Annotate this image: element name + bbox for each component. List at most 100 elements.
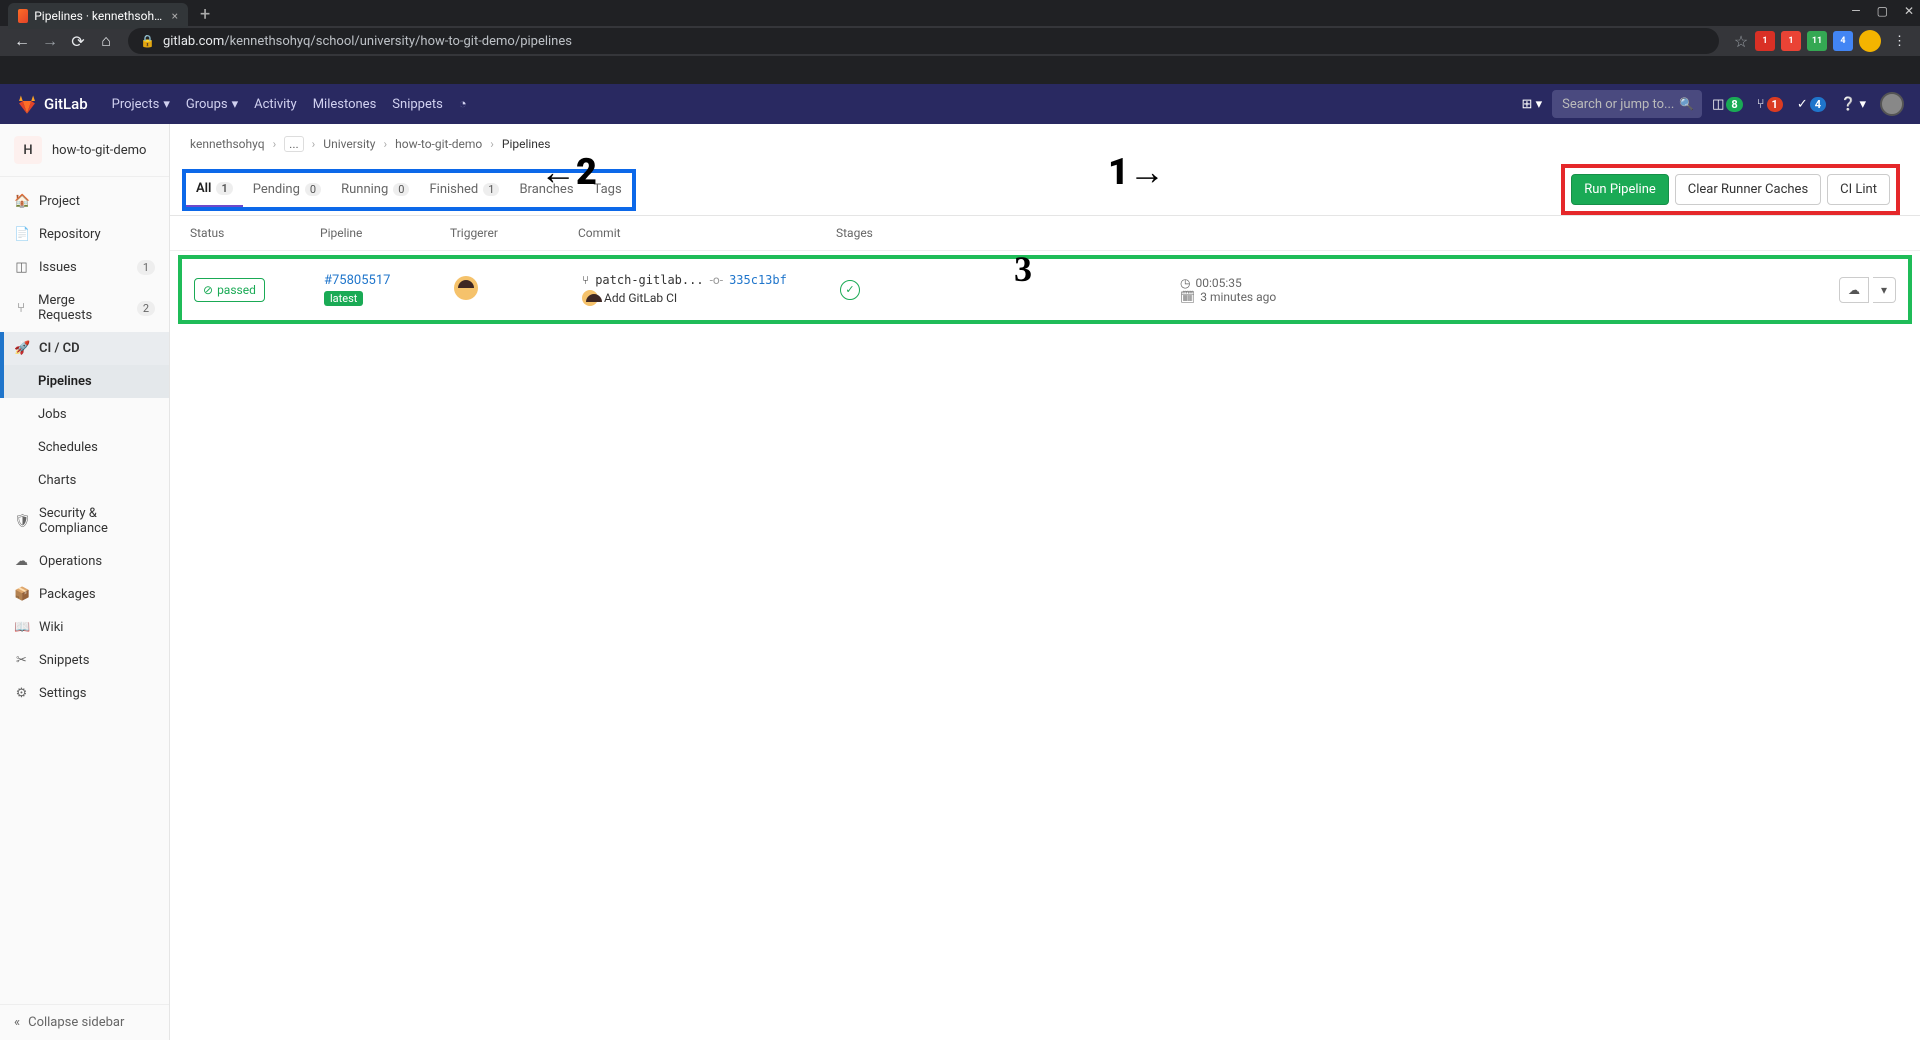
browser-minimize[interactable]: — <box>1851 4 1860 18</box>
project-avatar: H <box>14 136 42 164</box>
project-header[interactable]: H how-to-git-demo <box>0 124 169 177</box>
clock-icon: ◷ <box>1180 276 1190 290</box>
tab-title: Pipelines · kennethsohyq / Schoo <box>34 9 163 23</box>
browser-tab[interactable]: Pipelines · kennethsohyq / Schoo × <box>8 3 188 29</box>
nav-performance-icon[interactable]: ◔ <box>459 96 467 112</box>
file-icon: 📄 <box>14 227 29 242</box>
col-commit: Commit <box>578 226 836 240</box>
sidebar-subitem-pipelines[interactable]: Pipelines <box>0 365 169 398</box>
sidebar-item-project[interactable]: 🏠Project <box>0 185 169 218</box>
extension-icon[interactable]: 1 <box>1781 31 1801 51</box>
gitlab-topbar: GitLab Projects ▾ Groups ▾ Activity Mile… <box>0 84 1920 124</box>
cloud-icon: ☁ <box>14 554 29 569</box>
tab-tags[interactable]: Tags <box>584 173 632 207</box>
tab-all[interactable]: All1 <box>186 173 243 207</box>
badge: 2 <box>137 301 155 316</box>
sidebar-subitem-jobs[interactable]: Jobs <box>0 398 169 431</box>
user-avatar[interactable] <box>1880 92 1904 116</box>
gitlab-logo[interactable]: GitLab <box>16 93 88 115</box>
sidebar-item-settings[interactable]: ⚙Settings <box>0 677 169 710</box>
nav-projects[interactable]: Projects ▾ <box>112 96 170 112</box>
tab-running[interactable]: Running0 <box>331 173 419 207</box>
run-pipeline-button[interactable]: Run Pipeline <box>1571 174 1669 205</box>
annotation-box-3: ⊘ passed #75805517 latest ⑂ patch-gitlab… <box>178 255 1912 324</box>
nav-groups[interactable]: Groups ▾ <box>186 96 238 112</box>
help-icon[interactable]: ❔ ▾ <box>1840 97 1866 112</box>
plus-icon[interactable]: ⊞ ▾ <box>1521 97 1542 112</box>
sidebar-subitem-schedules[interactable]: Schedules <box>0 431 169 464</box>
pipeline-actions-dropdown[interactable]: ▾ <box>1873 277 1896 303</box>
tab-branches[interactable]: Branches <box>509 173 583 207</box>
breadcrumb-ellipsis[interactable]: ... <box>284 136 304 152</box>
browser-close[interactable]: ✕ <box>1904 4 1914 18</box>
sidebar-item-repository[interactable]: 📄Repository <box>0 218 169 251</box>
chrome-menu-icon[interactable]: ⋮ <box>1893 34 1906 49</box>
tab-pending[interactable]: Pending0 <box>243 173 331 207</box>
sidebar-item-wiki[interactable]: 📖Wiki <box>0 611 169 644</box>
url-host: gitlab.com <box>163 34 224 49</box>
calendar-icon: 🗓 <box>1180 290 1195 304</box>
nav-snippets[interactable]: Snippets <box>392 96 443 112</box>
branch-icon: ⑂ <box>582 273 589 287</box>
gitlab-brand-text: GitLab <box>44 95 88 113</box>
home-button[interactable]: ⌂ <box>92 27 120 55</box>
breadcrumb-item[interactable]: Pipelines <box>502 137 551 151</box>
commit-icon: -o- <box>710 273 723 287</box>
lock-icon: 🔒 <box>140 34 155 48</box>
new-tab-button[interactable]: + <box>200 4 210 25</box>
breadcrumb-item[interactable]: how-to-git-demo <box>395 137 482 151</box>
todos-shortcut[interactable]: ✓4 <box>1797 97 1826 112</box>
clear-runner-caches-button[interactable]: Clear Runner Caches <box>1675 174 1821 205</box>
browser-maximize[interactable]: ▢ <box>1877 4 1888 18</box>
author-avatar <box>582 290 598 306</box>
chevron-right-icon: › <box>273 137 277 151</box>
triggerer-avatar[interactable] <box>454 276 478 300</box>
annotation-box-1: Run Pipeline Clear Runner Caches CI Lint <box>1561 164 1900 215</box>
merge-icon: ⑂ <box>14 301 28 316</box>
reload-button[interactable]: ⟳ <box>64 27 92 55</box>
extension-icon[interactable]: 4 <box>1833 31 1853 51</box>
nav-activity[interactable]: Activity <box>254 96 297 112</box>
main-content: kennethsohyq › ... › University › how-to… <box>170 124 1920 1040</box>
sidebar-item-issues[interactable]: ◫Issues1 <box>0 251 169 284</box>
pipeline-id-link[interactable]: #75805517 <box>324 273 454 288</box>
status-badge[interactable]: ⊘ passed <box>194 278 265 302</box>
col-status: Status <box>190 226 320 240</box>
breadcrumb-item[interactable]: University <box>323 137 375 151</box>
commit-sha[interactable]: 335c13bf <box>729 273 787 287</box>
sidebar-subitem-charts[interactable]: Charts <box>0 464 169 497</box>
sidebar-item-cicd[interactable]: 🚀CI / CD <box>0 332 169 365</box>
profile-avatar[interactable] <box>1859 30 1881 52</box>
bookmark-icon[interactable]: ☆ <box>1727 27 1755 55</box>
sidebar-item-operations[interactable]: ☁Operations <box>0 545 169 578</box>
project-name: how-to-git-demo <box>52 143 146 158</box>
chevron-down-icon: ▾ <box>232 97 239 112</box>
ci-lint-button[interactable]: CI Lint <box>1827 174 1890 205</box>
close-tab-icon[interactable]: × <box>172 9 178 23</box>
pipeline-row[interactable]: ⊘ passed #75805517 latest ⑂ patch-gitlab… <box>182 259 1908 320</box>
stage-status-icon[interactable]: ✓ <box>840 280 860 300</box>
gear-icon: ⚙ <box>14 686 29 701</box>
commit-message[interactable]: Add GitLab CI <box>604 291 677 305</box>
back-button[interactable]: ← <box>8 27 36 55</box>
extension-icon[interactable]: 1 <box>1755 31 1775 51</box>
issues-shortcut[interactable]: ◫8 <box>1712 97 1743 112</box>
address-bar[interactable]: 🔒 gitlab.com /kennethsohyq/school/univer… <box>128 28 1719 54</box>
project-sidebar: H how-to-git-demo 🏠Project 📄Repository ◫… <box>0 124 170 1040</box>
sidebar-item-packages[interactable]: 📦Packages <box>0 578 169 611</box>
extension-icon[interactable]: 11 <box>1807 31 1827 51</box>
collapse-sidebar-button[interactable]: « Collapse sidebar <box>0 1004 169 1040</box>
gitlab-logo-icon <box>16 93 38 115</box>
nav-milestones[interactable]: Milestones <box>313 96 377 112</box>
download-artifacts-button[interactable]: ☁ <box>1839 277 1869 303</box>
tab-finished[interactable]: Finished1 <box>419 173 509 207</box>
sidebar-item-security[interactable]: 🛡Security & Compliance <box>0 497 169 545</box>
branch-name[interactable]: patch-gitlab... <box>595 273 703 287</box>
check-circle-icon: ⊘ <box>203 283 213 297</box>
merge-shortcut[interactable]: ⑂1 <box>1757 97 1783 112</box>
forward-button[interactable]: → <box>36 27 64 55</box>
sidebar-item-merge-requests[interactable]: ⑂Merge Requests2 <box>0 284 169 332</box>
sidebar-item-snippets[interactable]: ✂Snippets <box>0 644 169 677</box>
breadcrumb-item[interactable]: kennethsohyq <box>190 137 265 151</box>
badge: 1 <box>137 260 155 275</box>
